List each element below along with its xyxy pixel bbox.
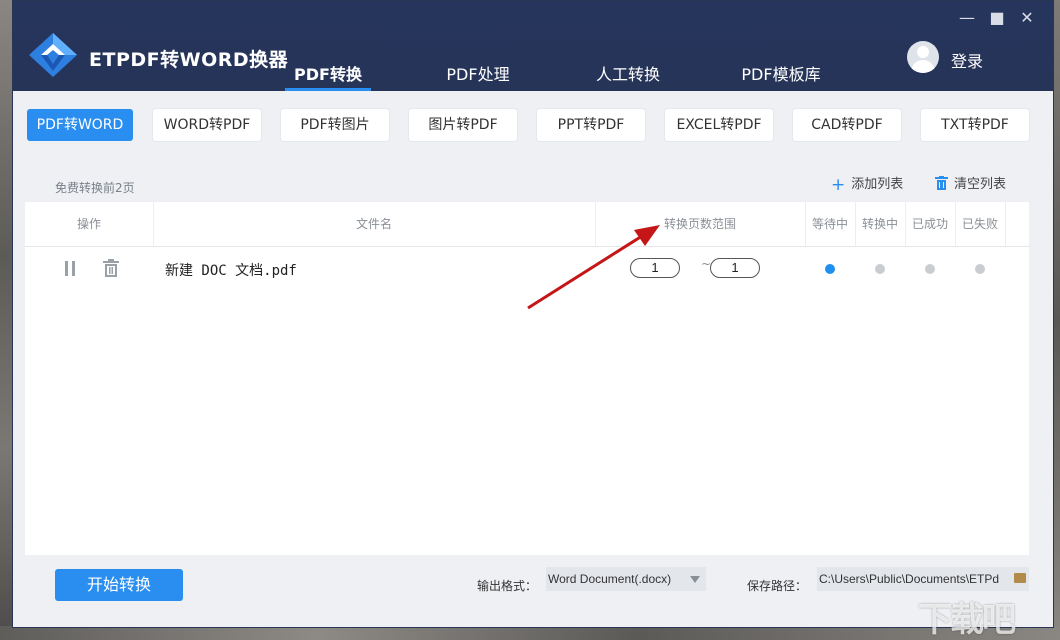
tool-cad-to-pdf[interactable]: CAD转PDF — [793, 109, 901, 141]
add-list-label: 添加列表 — [851, 177, 904, 192]
start-convert-button[interactable]: 开始转换 — [55, 569, 183, 601]
free-conversion-note: 免费转换前2页 — [55, 181, 135, 195]
col-divider — [1005, 202, 1006, 246]
output-format-label: 输出格式： — [477, 579, 538, 593]
table-row: 新建 DOC 文档.pdf 1 ~ 1 — [25, 247, 1029, 291]
desktop-background-right — [1054, 0, 1060, 640]
nav-tab-pdf-convert[interactable]: PDF转换 — [285, 61, 371, 91]
page-from-input[interactable]: 1 — [630, 258, 680, 278]
app-title: ETPDF转WORD换器 — [89, 49, 289, 71]
tool-image-to-pdf[interactable]: 图片转PDF — [409, 109, 517, 141]
output-format-select[interactable]: Word Document(.docx) — [546, 567, 706, 591]
pause-icon[interactable] — [63, 261, 77, 277]
close-button[interactable]: ✕ — [1015, 7, 1039, 29]
delete-file-icon[interactable] — [102, 259, 120, 277]
app-window: ETPDF转WORD换器 PDF转换 PDF处理 人工转换 PDF模板库 — ■… — [12, 0, 1054, 628]
tool-ppt-to-pdf[interactable]: PPT转PDF — [537, 109, 645, 141]
desktop-background-left — [0, 0, 12, 640]
col-failed: 已失败 — [961, 217, 998, 231]
desktop-background-bottom — [0, 626, 1060, 640]
avatar-head — [917, 46, 929, 58]
status-converting-indicator — [875, 264, 885, 274]
output-format-value: Word Document(.docx) — [548, 572, 672, 586]
chevron-down-icon — [690, 576, 700, 583]
site-watermark: 下载吧 — [918, 600, 1016, 640]
col-waiting: 等待中 — [811, 217, 848, 231]
file-name: 新建 DOC 文档.pdf — [165, 263, 297, 279]
col-success: 已成功 — [911, 217, 948, 231]
save-path-value: C:\Users\Public\Documents\ETPd — [819, 572, 1000, 586]
list-toolbar: 免费转换前2页 + 添加列表 清空列表 — [25, 161, 1029, 202]
page-to-input[interactable]: 1 — [710, 258, 760, 278]
trash-icon — [935, 176, 948, 190]
save-path-field[interactable]: C:\Users\Public\Documents\ETPd — [817, 567, 1029, 591]
clear-list-label: 清空列表 — [954, 177, 1007, 192]
add-list-button[interactable]: + 添加列表 — [831, 173, 903, 195]
tool-pdf-to-image[interactable]: PDF转图片 — [281, 109, 389, 141]
clear-list-button[interactable]: 清空列表 — [935, 173, 1006, 192]
maximize-button[interactable]: ■ — [985, 7, 1009, 29]
nav-tab-pdf-process[interactable]: PDF处理 — [435, 61, 521, 91]
conversion-type-bar: PDF转WORD WORD转PDF PDF转图片 图片转PDF PPT转PDF … — [13, 91, 1053, 153]
login-button[interactable]: 登录 — [951, 48, 983, 72]
title-bar: ETPDF转WORD换器 PDF转换 PDF处理 人工转换 PDF模板库 — ■… — [13, 1, 1053, 91]
footer-bar: 开始转换 输出格式： Word Document(.docx) 保存路径： C:… — [25, 555, 1029, 615]
tool-pdf-to-word[interactable]: PDF转WORD — [27, 109, 133, 141]
table-header: 操作 文件名 转换页数范围 等待中 转换中 已成功 已失败 — [25, 202, 1029, 247]
col-page-range: 转换页数范围 — [663, 217, 736, 231]
col-converting: 转换中 — [861, 217, 898, 231]
plus-icon: + — [831, 175, 846, 195]
nav-tab-manual-convert[interactable]: 人工转换 — [585, 61, 671, 91]
user-avatar-icon[interactable] — [907, 41, 939, 73]
tool-excel-to-pdf[interactable]: EXCEL转PDF — [665, 109, 773, 141]
tool-word-to-pdf[interactable]: WORD转PDF — [153, 109, 261, 141]
nav-tab-pdf-templates[interactable]: PDF模板库 — [733, 61, 829, 91]
avatar-body — [911, 60, 935, 73]
folder-icon[interactable] — [1014, 573, 1026, 583]
status-success-indicator — [925, 264, 935, 274]
app-logo-icon — [29, 33, 77, 77]
minimize-button[interactable]: — — [955, 7, 979, 29]
save-path-label: 保存路径： — [747, 579, 808, 593]
status-failed-indicator — [975, 264, 985, 274]
col-filename: 文件名 — [355, 217, 392, 231]
file-list-panel: 免费转换前2页 + 添加列表 清空列表 操作 文件名 转换页数范围 等待中 转换中 — [25, 161, 1029, 615]
col-action: 操作 — [76, 217, 101, 231]
status-waiting-indicator — [825, 264, 835, 274]
tool-txt-to-pdf[interactable]: TXT转PDF — [921, 109, 1029, 141]
